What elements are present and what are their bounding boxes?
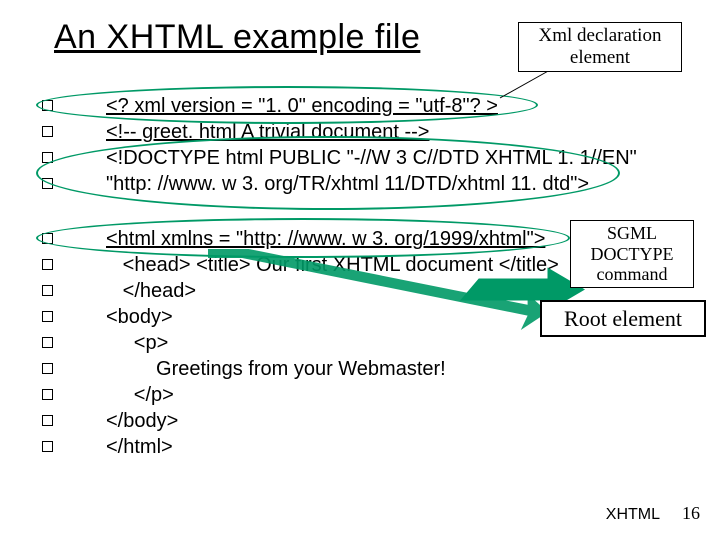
code-line: <p> — [106, 332, 168, 355]
code-line: <body> — [106, 306, 173, 329]
code-line: </p> — [106, 384, 174, 407]
footer-label: XHTML — [606, 506, 660, 524]
callout-xml-decl: Xml declaration element — [518, 22, 682, 72]
bullet-icon — [42, 389, 53, 400]
bullet-icon — [42, 259, 53, 270]
slide: An XHTML example file Xml declaration el… — [0, 0, 720, 540]
bullet-icon — [42, 363, 53, 374]
bullet-icon — [42, 285, 53, 296]
bullet-icon — [42, 441, 53, 452]
callout-xml-decl-text: Xml declaration element — [539, 25, 662, 68]
page-number: 16 — [682, 503, 700, 524]
callout-root-text: Root element — [564, 306, 682, 331]
code-line: </head> — [106, 280, 196, 303]
code-line: </body> — [106, 410, 178, 433]
highlight-oval-doctype — [36, 136, 620, 210]
bullet-icon — [42, 337, 53, 348]
slide-title: An XHTML example file — [54, 18, 420, 57]
bullet-icon — [42, 311, 53, 322]
bullet-icon — [42, 126, 53, 137]
code-line: </html> — [106, 436, 173, 459]
callout-root: Root element — [540, 300, 706, 337]
callout-sgml-text: SGML DOCTYPE command — [590, 223, 673, 284]
code-line: Greetings from your Webmaster! — [106, 358, 446, 381]
bullet-icon — [42, 415, 53, 426]
callout-sgml: SGML DOCTYPE command — [570, 220, 694, 288]
highlight-oval-xml-decl — [36, 86, 538, 124]
highlight-oval-root — [36, 218, 570, 258]
